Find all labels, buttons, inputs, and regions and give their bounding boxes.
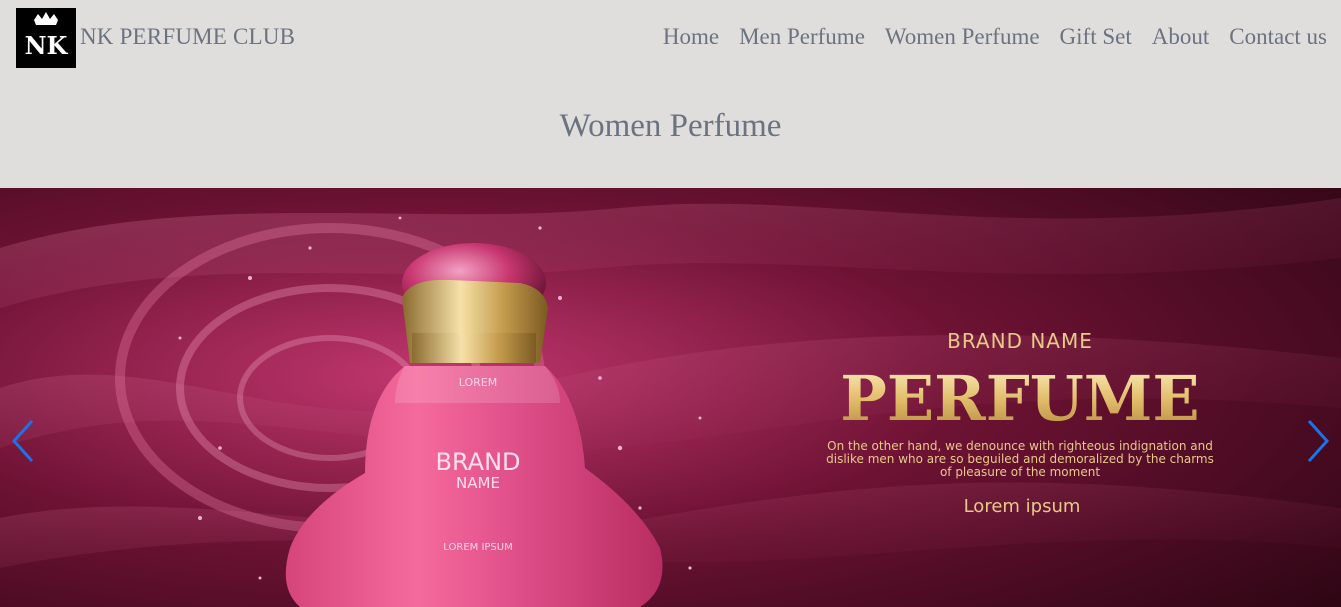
- hero-headline: PERFUME: [840, 362, 1199, 435]
- logo[interactable]: NK: [16, 8, 76, 68]
- crown-logo-icon: NK: [25, 12, 69, 60]
- hero-description-2: dislike men who are so beguiled and demo…: [826, 452, 1214, 466]
- bottle-label-top: LOREM: [459, 376, 497, 389]
- nav-men-perfume[interactable]: Men Perfume: [739, 24, 865, 50]
- hero-banner-image: LOREM BRAND NAME LOREM IPSUM BRAND NAME …: [0, 188, 1341, 607]
- hero-carousel: LOREM BRAND NAME LOREM IPSUM BRAND NAME …: [0, 188, 1341, 607]
- bottle-label-brand: BRAND: [435, 448, 520, 476]
- nav-about[interactable]: About: [1152, 24, 1210, 50]
- svg-text:NK: NK: [25, 31, 69, 60]
- carousel-next-button[interactable]: [1301, 418, 1335, 464]
- nav-contact[interactable]: Contact us: [1229, 24, 1327, 50]
- brand-name[interactable]: NK PERFUME CLUB: [80, 24, 295, 50]
- navbar: NK NK PERFUME CLUB Home Men Perfume Wome…: [0, 0, 1341, 78]
- nav-gift-set[interactable]: Gift Set: [1060, 24, 1132, 50]
- hero-tagline: Lorem ipsum: [964, 496, 1081, 517]
- bottle-label-name: NAME: [456, 474, 500, 492]
- nav-home[interactable]: Home: [663, 24, 719, 50]
- hero-description-1: On the other hand, we denounce with righ…: [827, 439, 1213, 453]
- page-title: Women Perfume: [559, 108, 782, 144]
- hero-description-3: of pleasure of the moment: [940, 465, 1100, 479]
- main-nav: Home Men Perfume Women Perfume Gift Set …: [663, 24, 1327, 50]
- bottle-label-bottom: LOREM IPSUM: [443, 542, 512, 553]
- hero-brand-name: BRAND NAME: [947, 329, 1093, 353]
- carousel-prev-button[interactable]: [6, 418, 40, 464]
- chevron-left-icon: [11, 419, 34, 463]
- chevron-right-icon: [1307, 419, 1330, 463]
- nav-women-perfume[interactable]: Women Perfume: [885, 24, 1040, 50]
